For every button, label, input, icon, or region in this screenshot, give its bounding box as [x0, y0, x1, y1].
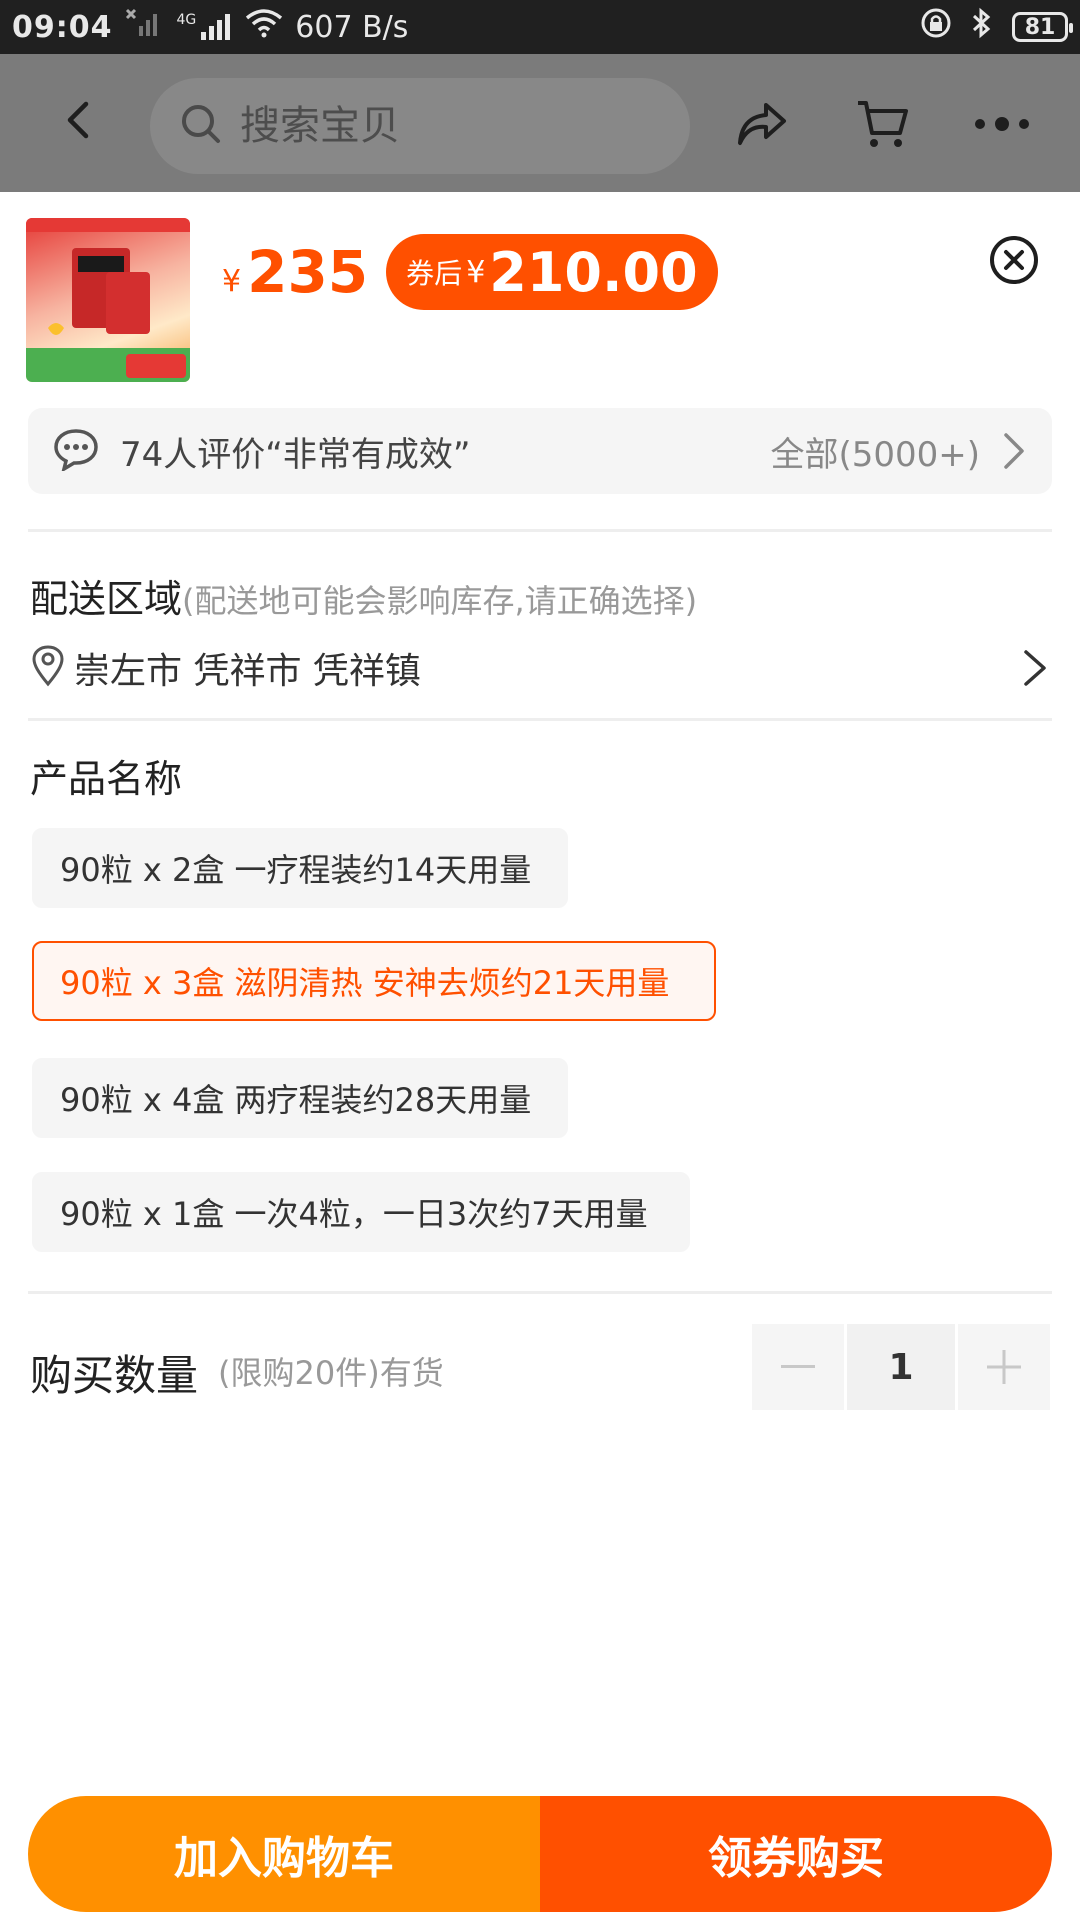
network-speed: 607 B/s	[295, 9, 409, 45]
option-90x4[interactable]: 90粒 x 4盒 两疗程装约28天用量	[32, 1058, 568, 1138]
quantity-value[interactable]: 1	[847, 1324, 955, 1410]
product-thumbnail[interactable]	[26, 218, 190, 382]
decrease-quantity-button[interactable]	[752, 1324, 844, 1410]
product-options-title: 产品名称	[30, 757, 183, 801]
battery-indicator: 81	[1012, 12, 1073, 42]
share-icon	[738, 103, 786, 145]
lock-rotation-icon	[920, 7, 952, 47]
status-time: 09:04	[12, 9, 113, 45]
product-image-icon	[26, 218, 190, 382]
top-navigation-bar	[0, 54, 1080, 192]
review-summary-bar[interactable]: 74人评价“非常有成效” 全部(5000+)	[28, 408, 1052, 494]
signal-off-icon	[125, 8, 165, 46]
chevron-right-icon	[1020, 646, 1050, 690]
cart-button[interactable]	[852, 94, 912, 154]
close-button[interactable]	[988, 234, 1040, 286]
plus-icon	[987, 1350, 1021, 1384]
product-price: 235	[247, 238, 369, 306]
divider	[28, 1291, 1052, 1294]
wifi-icon	[245, 8, 283, 46]
back-button[interactable]	[58, 98, 102, 142]
quantity-title: 购买数量	[30, 1351, 199, 1400]
option-90x1[interactable]: 90粒 x 1盒 一次4粒，一日3次约7天用量	[32, 1172, 690, 1252]
review-highlight: 74人评价“非常有成效”	[120, 434, 471, 475]
minus-icon	[781, 1365, 815, 1368]
coupon-price-badge: 券后 ¥ 210.00	[386, 234, 718, 310]
search-icon	[180, 103, 222, 149]
status-bar: 09:04 4G 607 B/s 81	[0, 0, 1080, 54]
coupon-label: 券后	[406, 257, 463, 290]
close-icon	[990, 236, 1038, 284]
location-pin-icon	[30, 644, 66, 692]
cart-icon	[858, 101, 908, 147]
delivery-section-title: 配送区域(配送地可能会影响库存,请正确选择)	[30, 568, 697, 623]
signal-4g-icon: 4G	[177, 12, 234, 42]
search-input[interactable]	[240, 103, 660, 149]
share-button[interactable]	[732, 94, 792, 154]
search-box[interactable]	[150, 78, 690, 174]
option-90x3-selected[interactable]: 90粒 x 3盒 滋阴清热 安神去烦约21天用量	[32, 941, 716, 1021]
delivery-title: 配送区域	[30, 577, 183, 621]
price-currency: ¥	[222, 263, 242, 299]
price-row: ¥ 235 券后 ¥ 210.00	[222, 234, 718, 310]
action-bar: 加入购物车 领券购买	[28, 1796, 1052, 1912]
delivery-address: 崇左市 凭祥市 凭祥镇	[74, 651, 421, 692]
coupon-currency: ¥	[466, 254, 486, 290]
increase-quantity-button[interactable]	[958, 1324, 1050, 1410]
quantity-stepper: 1	[752, 1324, 1050, 1410]
sku-selection-sheet: ¥ 235 券后 ¥ 210.00 74人评价“非常有成效” 全部(5000+)…	[0, 192, 1080, 1920]
chat-bubble-icon	[52, 427, 100, 475]
more-button[interactable]	[972, 94, 1032, 154]
buy-with-coupon-button[interactable]: 领券购买	[540, 1796, 1052, 1912]
delivery-subtitle: (配送地可能会影响库存,请正确选择)	[182, 582, 698, 620]
chevron-right-icon	[1000, 431, 1028, 471]
divider	[28, 529, 1052, 532]
more-dots-icon	[975, 117, 1029, 131]
divider	[28, 718, 1052, 721]
back-arrow-icon	[67, 101, 89, 139]
add-to-cart-button[interactable]: 加入购物车	[28, 1796, 540, 1912]
review-all-link[interactable]: 全部(5000+)	[770, 427, 980, 476]
delivery-address-row[interactable]: 崇左市 凭祥市 凭祥镇	[30, 638, 1050, 698]
bluetooth-icon	[966, 7, 998, 47]
quantity-note: (限购20件)有货	[218, 1354, 444, 1392]
coupon-price: 210.00	[489, 240, 698, 304]
option-90x2[interactable]: 90粒 x 2盒 一疗程装约14天用量	[32, 828, 568, 908]
network-type: 4G	[176, 12, 197, 28]
